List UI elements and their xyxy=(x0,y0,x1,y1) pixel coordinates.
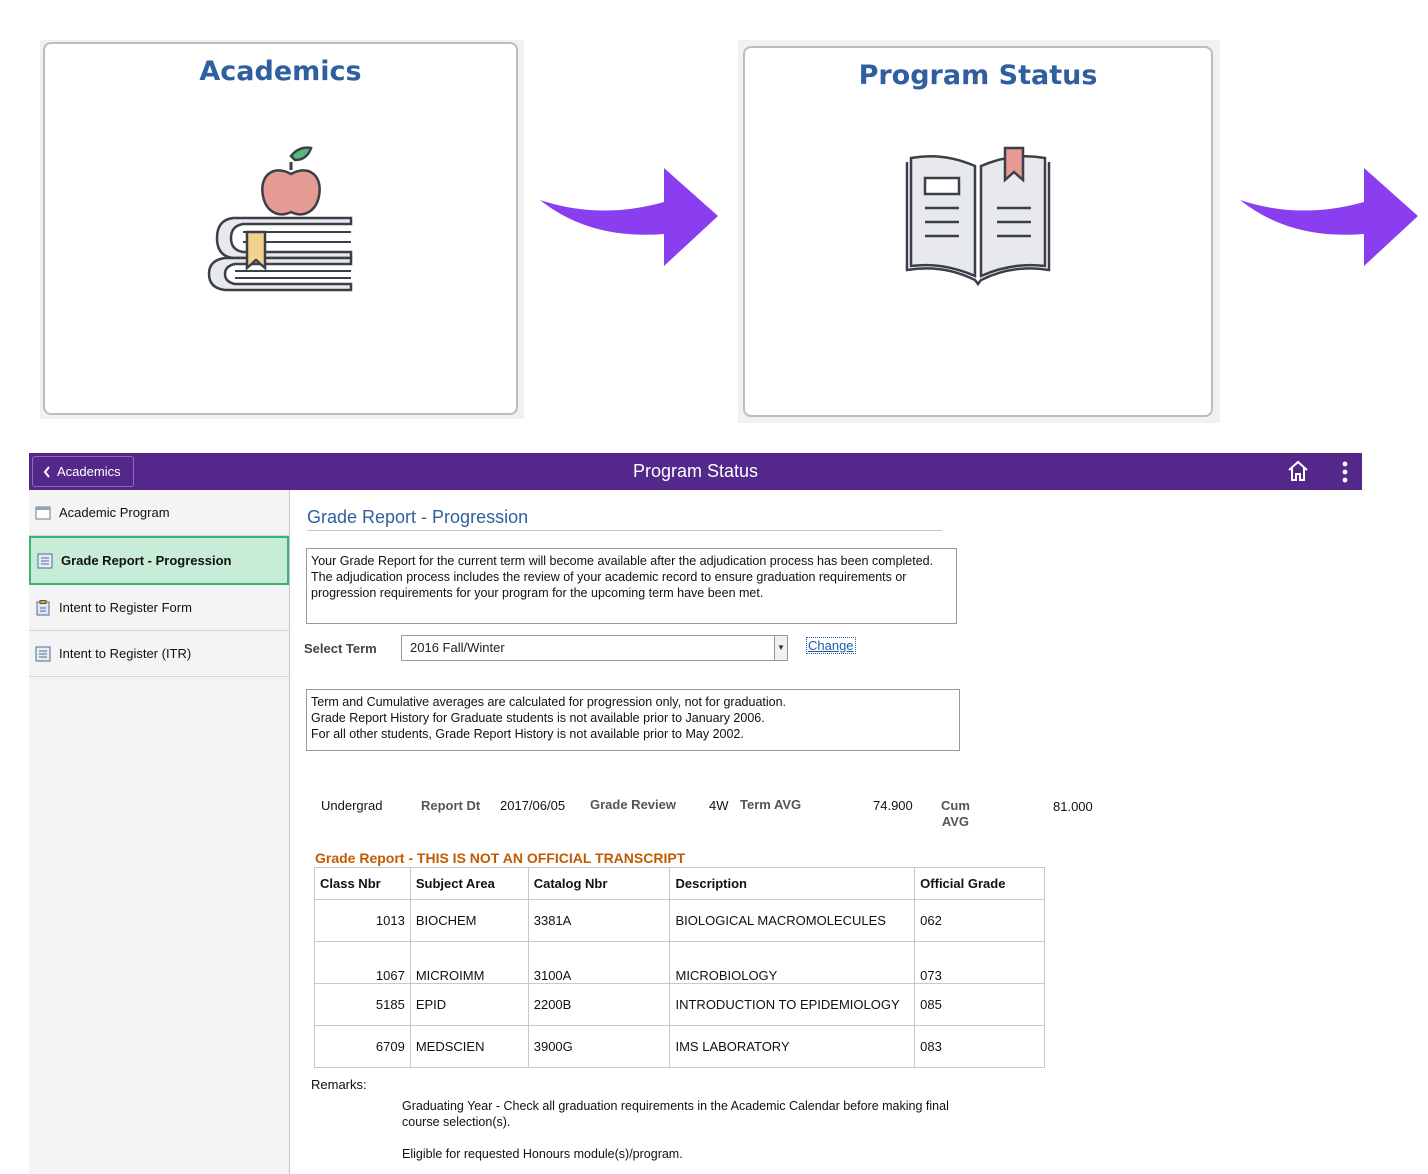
catalog-nbr-cell: 3381A xyxy=(527,899,671,942)
column-header: Official Grade xyxy=(914,867,1045,900)
open-book-icon xyxy=(905,146,1051,286)
notice-line: Term and Cumulative averages are calcula… xyxy=(311,695,787,709)
remark-text: Eligible for requested Honours module(s)… xyxy=(402,1147,683,1161)
official-grade-cell: 083 xyxy=(914,1025,1045,1068)
apple-books-icon xyxy=(207,146,353,292)
column-header: Class Nbr xyxy=(314,867,411,900)
list-icon xyxy=(37,553,53,568)
cum-avg-label-line: AVG xyxy=(941,814,970,829)
subject-area-cell: MICROIMM xyxy=(409,941,529,984)
catalog-nbr-cell: 2200B xyxy=(527,983,671,1026)
academics-tile[interactable]: Academics xyxy=(43,42,518,415)
program-status-tile-title: Program Status xyxy=(858,60,1098,91)
official-grade-cell: 073 xyxy=(914,941,1045,984)
clipboard-icon xyxy=(36,599,50,615)
program-status-tile[interactable]: Program Status xyxy=(743,46,1213,417)
remark-text: Graduating Year - Check all graduation r… xyxy=(402,1099,949,1129)
notice-line: Grade Report History for Graduate studen… xyxy=(311,711,765,725)
notice-line: For all other students, Grade Report His… xyxy=(311,727,744,741)
official-grade-cell: 085 xyxy=(914,983,1045,1026)
academics-tile-frame: Academics xyxy=(40,40,524,419)
class-nbr-cell: 5185 xyxy=(314,983,411,1026)
page-title: Program Status xyxy=(632,461,759,481)
column-header: Subject Area xyxy=(409,867,529,900)
sidebar-nav: Academic Program Grade Report - Progress… xyxy=(29,490,290,1174)
more-options-icon[interactable] xyxy=(1342,461,1348,483)
availability-notice: Your Grade Report for the current term w… xyxy=(306,548,957,624)
sidebar-item-label: Academic Program xyxy=(59,505,170,520)
career-value: Undergrad xyxy=(321,798,383,813)
academics-tile-title: Academics xyxy=(199,56,362,87)
cum-avg-label: Cum AVG xyxy=(941,798,970,830)
arrow-right-icon xyxy=(540,168,718,266)
grade-review-label: Grade Review xyxy=(590,797,676,812)
description-cell: MICROBIOLOGY xyxy=(669,941,916,984)
catalog-nbr-cell: 3900G xyxy=(527,1025,671,1068)
grade-report-caption: Grade Report - THIS IS NOT AN OFFICIAL T… xyxy=(315,850,686,866)
averages-notice: Term and Cumulative averages are calcula… xyxy=(306,689,960,751)
program-status-tile-frame: Program Status xyxy=(738,40,1220,423)
home-icon[interactable] xyxy=(1286,459,1310,483)
grade-table: Class Nbr Subject Area Catalog Nbr Descr… xyxy=(314,867,1045,1068)
term-avg-value: 74.900 xyxy=(873,798,913,813)
sidebar-item-academic-program[interactable]: Academic Program xyxy=(29,490,289,536)
column-header: Catalog Nbr xyxy=(527,867,671,900)
cum-avg-label-line: Cum xyxy=(941,798,970,813)
change-term-link[interactable]: Change xyxy=(806,637,856,654)
window-icon xyxy=(35,506,51,519)
report-date-label: Report Dt xyxy=(421,798,481,813)
section-title: Grade Report - Progression xyxy=(307,507,529,527)
dropdown-arrow-icon[interactable]: ▼ xyxy=(774,636,787,660)
class-nbr-cell: 1067 xyxy=(314,941,411,984)
table-row: 5185 EPID 2200B INTRODUCTION TO EPIDEMIO… xyxy=(314,983,1045,1026)
description-cell: INTRODUCTION TO EPIDEMIOLOGY xyxy=(669,983,916,1026)
term-select-value: 2016 Fall/Winter xyxy=(410,640,505,655)
cum-avg-value: 81.000 xyxy=(1053,799,1093,814)
class-nbr-cell: 1013 xyxy=(314,899,411,942)
description-cell: BIOLOGICAL MACROMOLECULES xyxy=(669,899,916,942)
sidebar-item-intent-to-register-itr[interactable]: Intent to Register (ITR) xyxy=(29,631,289,677)
subject-area-cell: MEDSCIEN xyxy=(409,1025,529,1068)
official-grade-cell: 062 xyxy=(914,899,1045,942)
remarks-label: Remarks: xyxy=(311,1077,367,1092)
title-divider xyxy=(307,530,942,531)
sidebar-item-intent-to-register-form[interactable]: Intent to Register Form xyxy=(29,585,289,631)
table-row: 6709 MEDSCIEN 3900G IMS LABORATORY 083 xyxy=(314,1025,1045,1068)
subject-area-cell: BIOCHEM xyxy=(409,899,529,942)
grade-review-value: 4W xyxy=(709,798,729,813)
catalog-nbr-cell: 3100A xyxy=(527,941,671,984)
arrow-right-icon xyxy=(1240,168,1418,266)
select-term-label: Select Term xyxy=(304,641,377,656)
sidebar-item-label: Intent to Register Form xyxy=(59,600,192,615)
sidebar-item-label: Grade Report - Progression xyxy=(61,553,232,568)
term-avg-label: Term AVG xyxy=(740,797,802,812)
term-select[interactable]: 2016 Fall/Winter ▼ xyxy=(401,635,788,661)
subject-area-cell: EPID xyxy=(409,983,529,1026)
table-header-row: Class Nbr Subject Area Catalog Nbr Descr… xyxy=(314,867,1045,900)
sidebar-item-label: Intent to Register (ITR) xyxy=(59,646,192,661)
column-header: Description xyxy=(669,867,916,900)
list-icon xyxy=(35,646,51,661)
sidebar-item-grade-report[interactable]: Grade Report - Progression xyxy=(29,536,289,585)
table-row: 1013 BIOCHEM 3381A BIOLOGICAL MACROMOLEC… xyxy=(314,899,1045,942)
description-cell: IMS LABORATORY xyxy=(669,1025,916,1068)
table-row: 1067 MICROIMM 3100A MICROBIOLOGY 073 xyxy=(314,941,1045,984)
report-date-value: 2017/06/05 xyxy=(500,798,566,813)
class-nbr-cell: 6709 xyxy=(314,1025,411,1068)
page-banner: Academics Program Status xyxy=(29,453,1362,490)
